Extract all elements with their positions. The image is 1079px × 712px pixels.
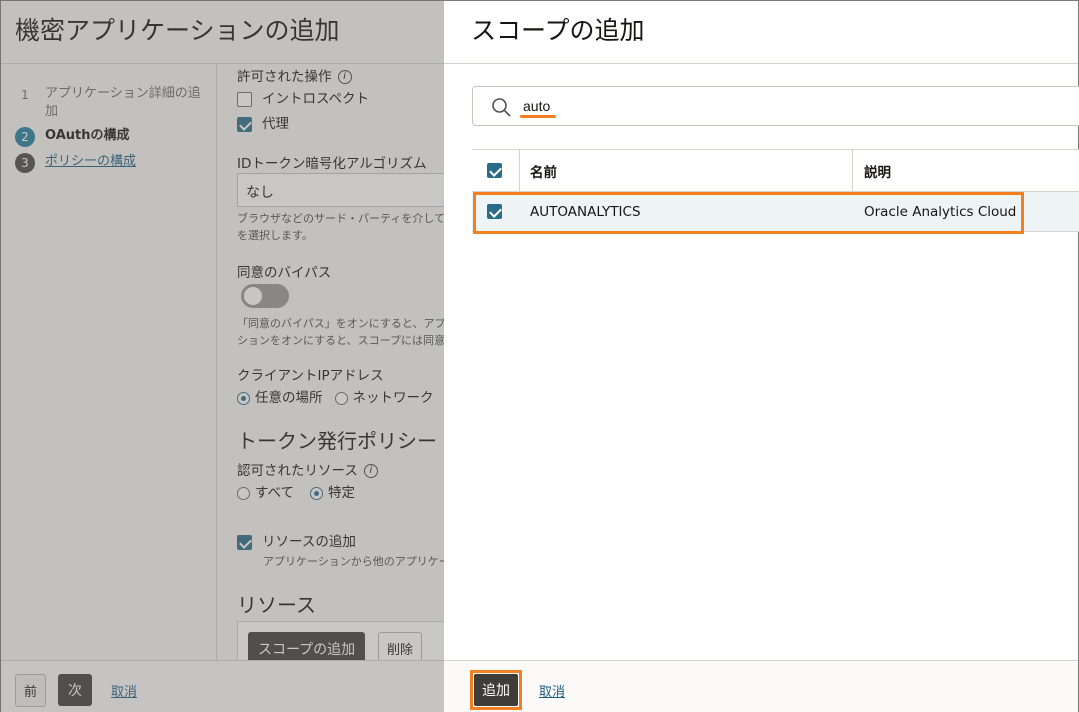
add-button[interactable]: 追加	[474, 674, 518, 706]
header-name[interactable]: 名前	[530, 150, 557, 191]
add-scope-drawer: スコープの追加 名前 説明 AUTOANALYTICS Oracle Analy…	[444, 0, 1079, 712]
header-description[interactable]: 説明	[864, 150, 891, 191]
search-field[interactable]	[472, 86, 1079, 126]
row-highlight	[473, 192, 1024, 234]
drawer-footer: 追加 取消	[444, 660, 1078, 712]
header-select-all[interactable]	[487, 150, 512, 191]
drawer-title: スコープの追加	[471, 16, 645, 45]
column-divider	[852, 150, 853, 191]
modal-overlay[interactable]	[0, 0, 444, 712]
drawer-cancel-link[interactable]: 取消	[539, 681, 565, 700]
search-highlight-underline	[520, 115, 556, 118]
add-button-highlight: 追加	[470, 670, 522, 710]
table-header: 名前 説明	[472, 149, 1079, 192]
search-icon	[492, 98, 511, 117]
search-input[interactable]	[523, 95, 923, 117]
select-all-checkbox[interactable]	[487, 163, 502, 178]
drawer-header-divider	[444, 63, 1078, 64]
column-divider	[519, 150, 520, 191]
